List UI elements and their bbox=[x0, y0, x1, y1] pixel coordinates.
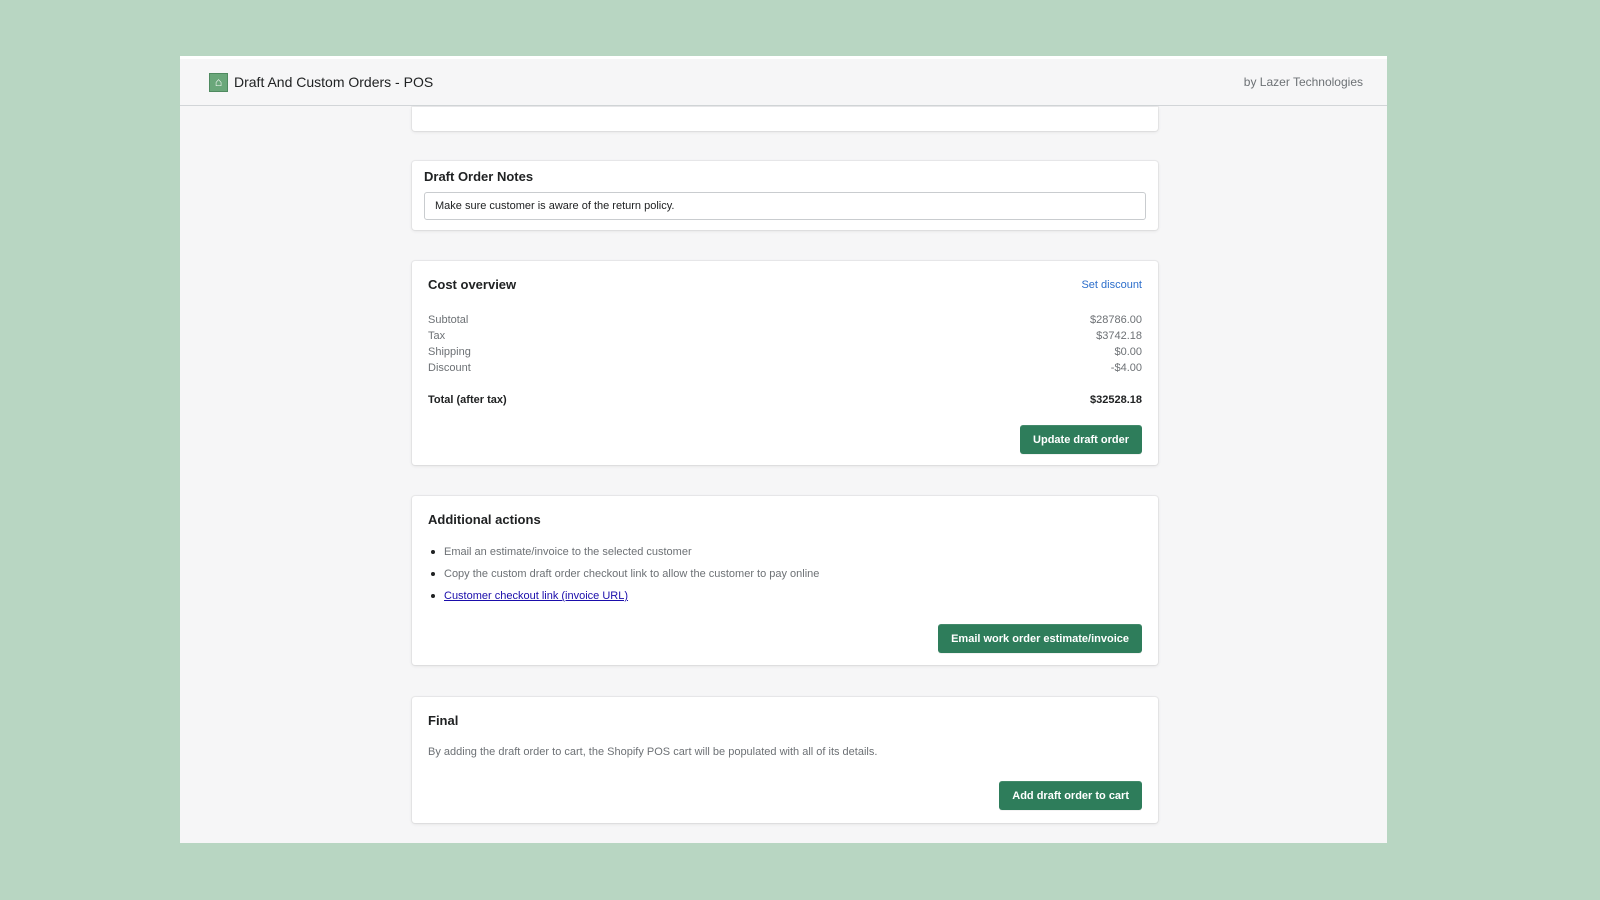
cost-row-tax: Tax $3742.18 bbox=[428, 328, 1142, 344]
actions-list: Email an estimate/invoice to the selecte… bbox=[428, 545, 1142, 603]
cost-lines: Subtotal $28786.00 Tax $3742.18 Shipping… bbox=[428, 312, 1142, 408]
app-window: ⌂ Draft And Custom Orders - POS by Lazer… bbox=[180, 56, 1387, 843]
list-item: Email an estimate/invoice to the selecte… bbox=[431, 545, 1142, 559]
cost-row-subtotal: Subtotal $28786.00 bbox=[428, 312, 1142, 328]
cost-label: Discount bbox=[428, 362, 471, 374]
update-draft-order-button[interactable]: Update draft order bbox=[1020, 425, 1142, 454]
cost-overview-card: Cost overview Set discount Subtotal $287… bbox=[412, 261, 1158, 465]
final-title: Final bbox=[428, 713, 459, 728]
notes-input[interactable] bbox=[424, 192, 1146, 220]
previous-card-stub bbox=[412, 107, 1158, 131]
app-header: ⌂ Draft And Custom Orders - POS by Lazer… bbox=[180, 59, 1387, 106]
add-to-cart-button[interactable]: Add draft order to cart bbox=[999, 781, 1142, 810]
cost-value: $0.00 bbox=[1114, 346, 1142, 358]
cost-value: $28786.00 bbox=[1090, 314, 1142, 326]
cost-value: $3742.18 bbox=[1096, 330, 1142, 342]
email-invoice-button[interactable]: Email work order estimate/invoice bbox=[938, 624, 1142, 653]
cost-row-shipping: Shipping $0.00 bbox=[428, 344, 1142, 360]
notes-title: Draft Order Notes bbox=[424, 169, 534, 184]
total-label: Total (after tax) bbox=[428, 394, 507, 406]
actions-title: Additional actions bbox=[428, 512, 541, 527]
cost-label: Tax bbox=[428, 330, 446, 342]
final-description: By adding the draft order to cart, the S… bbox=[428, 746, 878, 758]
notes-card: Draft Order Notes bbox=[412, 161, 1158, 230]
cost-title: Cost overview bbox=[428, 277, 517, 292]
cost-label: Subtotal bbox=[428, 314, 469, 326]
set-discount-link[interactable]: Set discount bbox=[1081, 279, 1142, 291]
app-title: Draft And Custom Orders - POS bbox=[234, 74, 434, 90]
cost-row-total: Total (after tax) $32528.18 bbox=[428, 392, 1142, 408]
cost-row-discount: Discount -$4.00 bbox=[428, 360, 1142, 376]
list-item: Copy the custom draft order checkout lin… bbox=[431, 567, 1142, 581]
list-item-link: Customer checkout link (invoice URL) bbox=[431, 589, 1142, 603]
invoice-url-link[interactable]: Customer checkout link (invoice URL) bbox=[444, 590, 628, 602]
vendor-label: by Lazer Technologies bbox=[1243, 75, 1363, 89]
cost-label: Shipping bbox=[428, 346, 471, 358]
cost-value: -$4.00 bbox=[1110, 362, 1142, 374]
store-icon: ⌂ bbox=[209, 72, 228, 92]
additional-actions-card: Additional actions Email an estimate/inv… bbox=[412, 496, 1158, 665]
total-value: $32528.18 bbox=[1090, 394, 1142, 406]
final-card: Final By adding the draft order to cart,… bbox=[412, 697, 1158, 823]
